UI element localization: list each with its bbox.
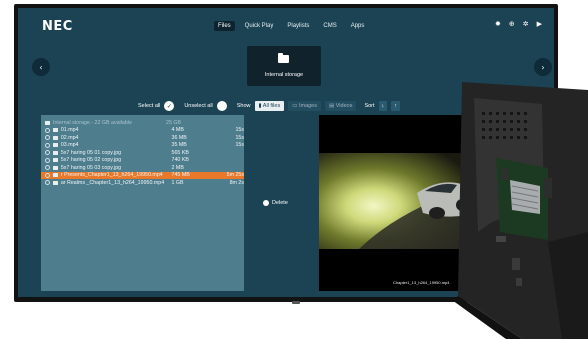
row-checkbox[interactable] <box>45 172 50 178</box>
file-list: Internal storage - 22 GB available 25 GB… <box>41 115 244 291</box>
image-icon: ▭ <box>292 103 299 109</box>
file-name: 5x7 haring 05 01 copy.jpg <box>60 149 122 156</box>
drive-icon <box>45 120 50 125</box>
file-duration: 15s <box>235 134 244 141</box>
row-checkbox[interactable] <box>45 127 50 133</box>
file-duration: 15s <box>235 127 244 134</box>
power-indicator <box>292 301 300 304</box>
storage-summary: Internal storage - 22 GB available <box>53 119 132 126</box>
filter-images[interactable]: ▭ Images <box>288 101 321 111</box>
file-duration: 15s <box>235 142 244 149</box>
chevron-right-icon: › <box>541 62 545 72</box>
row-checkbox[interactable] <box>45 165 50 171</box>
file-size: 745 MB <box>171 172 190 179</box>
nav-apps[interactable]: Apps <box>347 21 369 31</box>
storage-total: 25 GB <box>166 119 182 126</box>
nav-files[interactable]: Files <box>214 21 235 31</box>
brand-logo: NEC <box>42 19 73 34</box>
settings-icon[interactable]: ✹ <box>495 20 501 28</box>
file-size: 565 KB <box>171 149 189 156</box>
file-row[interactable]: 5x7 haring 05 01 copy.jpg 565 KB <box>41 149 244 157</box>
row-checkbox[interactable] <box>45 142 50 148</box>
video-file-icon <box>52 143 58 148</box>
next-arrow-button[interactable]: › <box>534 58 552 76</box>
storage-summary-row: Internal storage - 22 GB available 25 GB <box>41 119 244 127</box>
network-icon[interactable]: ⊕ <box>509 20 515 28</box>
select-all-label: Select all <box>138 103 161 109</box>
file-name: 02.mp4 <box>60 134 79 141</box>
video-file-icon <box>52 135 58 140</box>
top-nav: Files Quick Play Playlists CMS Apps <box>214 21 368 31</box>
file-name: 01.mp4 <box>60 127 79 134</box>
image-file-icon <box>52 158 58 163</box>
play-icon[interactable]: ▶ <box>537 20 542 28</box>
sort-asc-icon: ↓ <box>381 103 385 109</box>
file-row[interactable]: 5x7 haring 05 02 copy.jpg 740 KB <box>41 157 244 165</box>
delete-icon <box>263 200 269 206</box>
filter-videos[interactable]: ▤ Videos <box>325 101 357 111</box>
filter-all-label: All files <box>262 103 281 109</box>
file-name: 03.mp4 <box>60 142 79 149</box>
row-checkbox[interactable] <box>45 157 50 163</box>
unselect-all-label: Unselect all <box>184 103 213 109</box>
sort-asc-button[interactable]: ↓ <box>378 101 388 111</box>
row-checkbox[interactable] <box>45 135 50 141</box>
filter-all-files[interactable]: ▮ All files <box>254 101 285 111</box>
file-size: 740 KB <box>171 157 189 164</box>
file-size: 36 MB <box>171 134 187 141</box>
storage-label: Internal storage <box>264 72 304 78</box>
gear-icon[interactable]: ✲ <box>523 20 529 28</box>
show-label: Show <box>236 103 251 109</box>
sort-desc-button[interactable]: ↑ <box>391 101 401 111</box>
file-size: 4 MB <box>171 127 184 134</box>
sort-label: Sort <box>364 103 375 109</box>
check-icon: ✓ <box>166 103 172 110</box>
preview-caption: Chapter1_13_h264_19950.mp4 <box>393 280 450 285</box>
file-toolbar: Select all ✓ Unselect all Show ▮ All fil… <box>138 101 401 111</box>
file-name: 5x7 haring 05 02 copy.jpg <box>60 157 122 164</box>
file-size: 35 MB <box>171 142 187 149</box>
video-file-icon <box>52 180 58 185</box>
file-name: r Presents_Chapter1_13_h264_19950.mp4 <box>60 172 163 179</box>
filter-videos-label: Videos <box>335 103 353 109</box>
file-row[interactable]: ar Realms _Chapter1_13_h264_19950.mp4 1 … <box>41 179 244 187</box>
prev-arrow-button[interactable]: ‹ <box>32 58 50 76</box>
file-name: ar Realms _Chapter1_13_h264_19950.mp4 <box>60 179 165 186</box>
file-row[interactable]: 03.mp4 35 MB 15s <box>41 142 244 150</box>
file-size: 2 MB <box>171 164 184 171</box>
file-duration: 5m 25s <box>226 172 244 179</box>
folder-icon <box>278 53 289 63</box>
filter-images-label: Images <box>298 103 317 109</box>
chevron-left-icon: ‹ <box>39 62 43 72</box>
row-checkbox[interactable] <box>45 150 50 156</box>
file-size: 1 GB <box>171 179 184 186</box>
file-row-selected[interactable]: r Presents_Chapter1_13_h264_19950.mp4 74… <box>41 171 244 179</box>
video-icon: ▤ <box>329 103 336 109</box>
sort-desc-icon: ↑ <box>394 103 398 109</box>
storage-tile[interactable]: Internal storage <box>247 46 321 86</box>
video-file-icon <box>52 173 58 178</box>
file-row[interactable]: 02.mp4 36 MB 15s <box>41 134 244 142</box>
nav-cms[interactable]: CMS <box>319 21 340 31</box>
file-row[interactable]: 5x7 haring 05 03 copy.jpg 2 MB <box>41 164 244 172</box>
nav-playlists[interactable]: Playlists <box>283 21 313 31</box>
unselect-all-button[interactable] <box>216 101 227 111</box>
file-row[interactable]: 01.mp4 4 MB 15s <box>41 127 244 135</box>
delete-button[interactable]: Delete <box>263 200 288 206</box>
row-checkbox[interactable] <box>45 180 50 186</box>
select-all-button[interactable]: ✓ <box>164 101 175 111</box>
image-file-icon <box>52 165 58 170</box>
nav-quick-play[interactable]: Quick Play <box>241 21 278 31</box>
top-icons: ✹ ⊕ ✲ ▶ <box>495 20 542 28</box>
image-file-icon <box>52 150 58 155</box>
video-file-icon <box>52 128 58 133</box>
delete-label: Delete <box>272 200 288 206</box>
hardware-module-photo <box>452 82 588 339</box>
file-name: 5x7 haring 05 03 copy.jpg <box>60 164 122 171</box>
file-duration: 8m 2s <box>229 179 244 186</box>
